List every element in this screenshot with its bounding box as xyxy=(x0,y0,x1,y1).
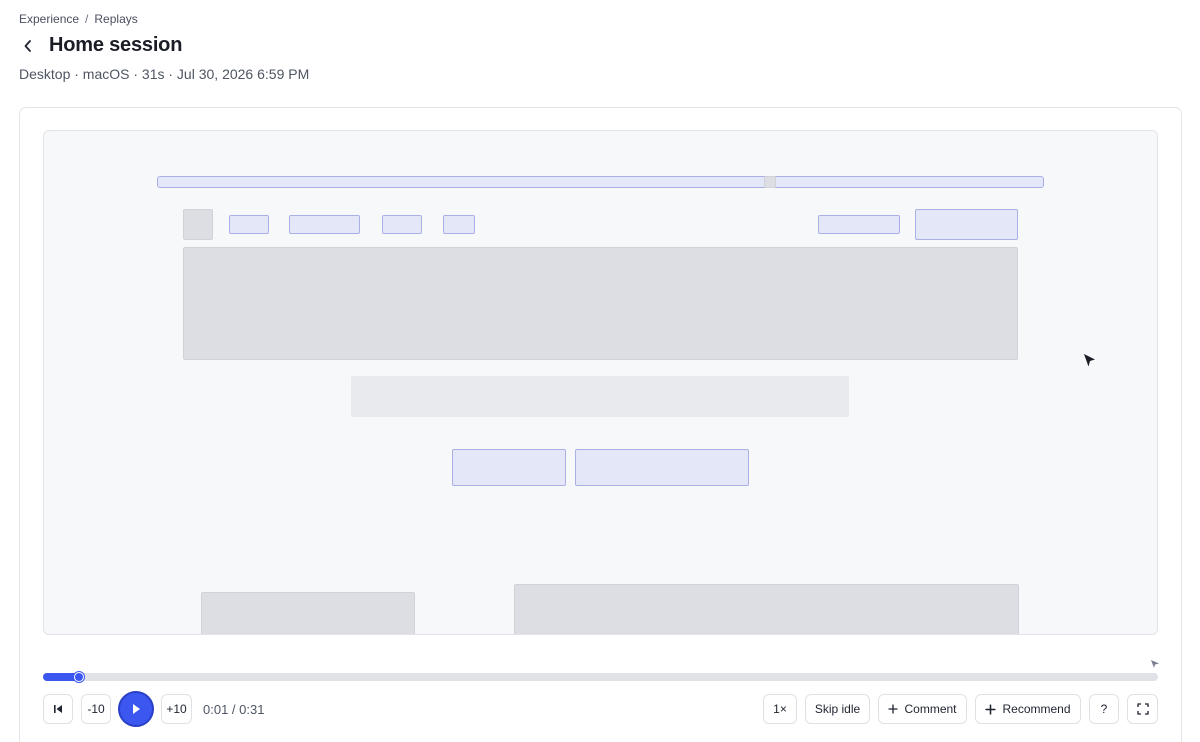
replay-viewport[interactable] xyxy=(43,130,1158,635)
skip-to-start-icon xyxy=(54,705,62,713)
wire-hero xyxy=(183,247,1018,360)
timeline-scrubber[interactable] xyxy=(43,672,1158,682)
breadcrumb-separator: / xyxy=(85,12,89,26)
wire-nav-item xyxy=(229,215,269,234)
wire-card-left xyxy=(201,592,415,634)
wire-top-bar-handle xyxy=(764,176,776,188)
timeline-knob[interactable] xyxy=(73,672,84,682)
wire-nav-item xyxy=(443,215,475,234)
forward-10-button[interactable]: +10 xyxy=(161,694,192,724)
speed-label: 1× xyxy=(773,702,787,716)
end-marker-icon xyxy=(1151,660,1159,668)
mouse-pointer-icon xyxy=(1084,354,1095,367)
fullscreen-button[interactable] xyxy=(1127,694,1158,724)
fullscreen-icon xyxy=(1136,703,1149,715)
title-row: Home session xyxy=(19,34,182,57)
page-title: Home session xyxy=(49,34,183,56)
wire-button-secondary xyxy=(575,449,749,486)
recommend-button[interactable]: Recommend xyxy=(975,694,1081,724)
rewind-10-label: -10 xyxy=(87,702,105,716)
rewind-10-button[interactable]: -10 xyxy=(81,694,111,724)
comment-label: Comment xyxy=(904,702,957,716)
breadcrumb: Experience / Replays xyxy=(19,12,138,26)
speed-button[interactable]: 1× xyxy=(763,694,797,724)
breadcrumb-experience[interactable]: Experience xyxy=(19,12,79,26)
wire-logo xyxy=(183,209,213,240)
wire-subtitle xyxy=(351,376,849,417)
forward-10-label: +10 xyxy=(166,702,187,716)
wire-nav-link xyxy=(818,215,900,234)
wire-nav-cta xyxy=(915,209,1018,240)
help-button[interactable]: ? xyxy=(1089,694,1119,724)
back-button[interactable] xyxy=(19,35,37,57)
restart-button[interactable] xyxy=(43,694,73,724)
recommend-label: Recommend xyxy=(1002,702,1071,716)
help-label: ? xyxy=(1100,702,1108,716)
plus-icon xyxy=(888,704,899,714)
skip-idle-label: Skip idle xyxy=(814,702,861,716)
session-meta: Desktop · macOS · 31s · Jul 30, 2026 6:5… xyxy=(19,66,310,82)
play-icon xyxy=(133,704,140,714)
chevron-left-icon xyxy=(24,39,31,52)
wire-nav-item xyxy=(382,215,422,234)
skip-idle-button[interactable]: Skip idle xyxy=(805,694,870,724)
wire-button-primary xyxy=(452,449,566,486)
breadcrumb-replays[interactable]: Replays xyxy=(94,12,137,26)
wire-top-bar xyxy=(157,176,1044,188)
play-button[interactable] xyxy=(118,691,154,727)
comment-button[interactable]: Comment xyxy=(878,694,967,724)
plus-icon xyxy=(985,703,997,715)
wire-card-right xyxy=(514,584,1019,634)
wire-nav-item xyxy=(289,215,360,234)
time-display: 0:01 / 0:31 xyxy=(203,702,265,717)
